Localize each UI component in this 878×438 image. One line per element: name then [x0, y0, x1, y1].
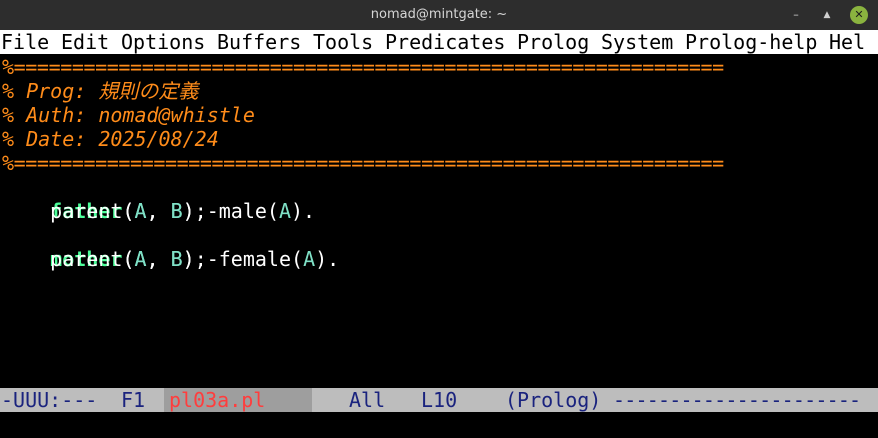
comment-separator-bottom: %=======================================… [2, 151, 724, 175]
mode-line: -UUU:--- F1 pl03a.pl All L10 (Prolog) --… [0, 388, 878, 412]
editor-buffer[interactable]: %=======================================… [0, 54, 878, 388]
comment-separator-top: %=======================================… [2, 55, 724, 79]
rule-father-body: parent(A, B), male(A). [2, 199, 316, 223]
modeline-fill: ---------------------- [613, 388, 861, 412]
modeline-frame: F1 [121, 388, 146, 412]
prolog-variable: A [134, 199, 147, 223]
modeline-position: All [349, 388, 386, 412]
prolog-variable: B [170, 199, 183, 223]
maximize-icon[interactable]: ▲ [818, 6, 836, 24]
comment-auth: % Auth: nomad@whistle [2, 103, 255, 127]
menu-file[interactable]: File [1, 30, 49, 54]
modeline-buffer-name[interactable]: pl03a.pl [169, 388, 265, 412]
minibuffer[interactable] [0, 412, 878, 438]
rule-father-head: father(A, B):- [2, 175, 219, 223]
menu-options[interactable]: Options [121, 30, 205, 54]
menu-help[interactable]: Hel [829, 30, 865, 54]
modeline-status: -UUU:--- [1, 388, 98, 412]
prolog-variable: A [278, 199, 292, 223]
comment-prog: % Prog: 規則の定義 [2, 79, 199, 103]
prolog-variable: A [134, 247, 147, 271]
minimize-icon[interactable]: – [787, 6, 805, 24]
modeline-line: L10 [421, 388, 458, 412]
modeline-mode[interactable]: (Prolog) [505, 388, 601, 412]
rule-mother-body: parent(A, B), female(A). [2, 247, 340, 271]
window-titlebar: nomad@mintgate: ~ – ▲ ✕ [0, 0, 878, 30]
close-icon[interactable]: ✕ [850, 6, 868, 24]
menu-buffers[interactable]: Buffers [217, 30, 301, 54]
prolog-variable: A [303, 247, 316, 271]
rule-mother-head: mother(A, B):- [2, 223, 219, 271]
menu-edit[interactable]: Edit [61, 30, 109, 54]
menu-prolog-help[interactable]: Prolog-help [685, 30, 817, 54]
menu-prolog[interactable]: Prolog [517, 30, 589, 54]
menu-bar: File Edit Options Buffers Tools Predicat… [0, 30, 878, 54]
menu-tools[interactable]: Tools [313, 30, 373, 54]
window-title: nomad@mintgate: ~ [370, 7, 508, 22]
comment-date: % Date: 2025/08/24 [2, 127, 219, 151]
menu-predicates[interactable]: Predicates [385, 30, 505, 54]
menu-system[interactable]: System [601, 30, 673, 54]
prolog-variable: B [170, 247, 183, 271]
